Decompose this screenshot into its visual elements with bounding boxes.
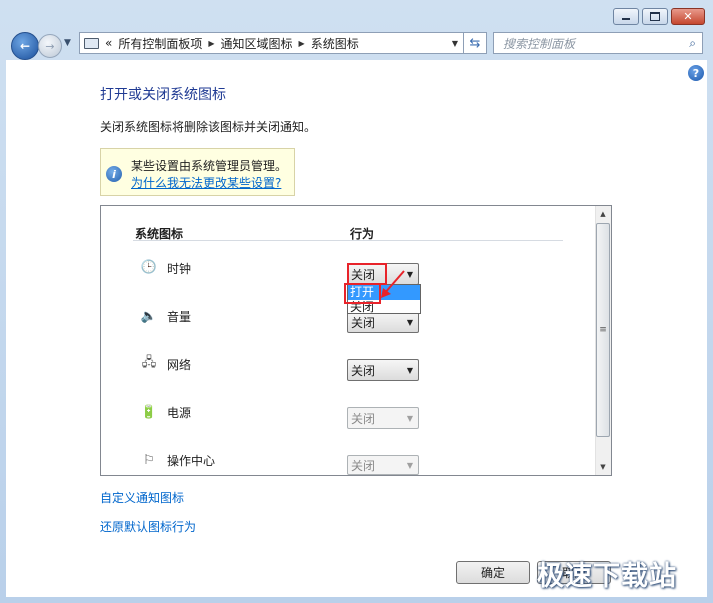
row-label-clock: 时钟 [167,262,192,276]
info-text: 某些设置由系统管理员管理。 [131,159,288,173]
back-button[interactable]: ← [11,32,39,60]
power-icon: 🔋 [140,404,158,420]
select-value: 关闭 [351,411,376,426]
action-center-flag-icon: ⚐ [143,452,155,468]
search-input[interactable]: 搜索控制面板 ⌕ [493,32,703,54]
window-controls: ✕ [613,8,705,25]
scroll-down-icon[interactable]: ▼ [595,459,611,475]
computer-icon [84,37,99,49]
network-behavior-select[interactable]: 关闭 ▼ [347,359,419,381]
row-label-network: 网络 [167,358,192,372]
header-divider [133,240,563,241]
scrollbar-thumb[interactable]: ≡ [596,223,610,437]
close-button[interactable]: ✕ [671,8,705,25]
system-icons-list [100,205,612,476]
info-icon: i [106,166,122,182]
dropdown-arrow-icon: ▼ [406,365,413,375]
search-placeholder: 搜索控制面板 [503,36,576,51]
recent-pages-dropdown[interactable]: ▼ [64,38,71,48]
minimize-icon [622,18,630,20]
power-behavior-select: 关闭 ▼ [347,407,419,429]
row-label-action-center: 操作中心 [167,454,216,468]
search-icon[interactable]: ⌕ [689,36,696,51]
annotation-highlight-box [344,283,381,304]
breadcrumb-item-notification-area[interactable]: 通知区域图标 [221,35,293,52]
row-label-volume: 音量 [167,310,192,324]
dropdown-arrow-icon: ▼ [406,460,413,470]
refresh-button[interactable]: ⇆ [463,32,487,54]
select-value: 关闭 [351,363,376,378]
dropdown-arrow-icon: ▼ [406,317,413,327]
chevron-down-icon: ▼ [64,38,71,48]
forward-arrow-icon: → [45,39,55,53]
action-center-behavior-select: 关闭 ▼ [347,455,419,475]
row-label-power: 电源 [167,406,192,420]
select-value: 关闭 [351,315,376,330]
restore-default-behaviors-link[interactable]: 还原默认图标行为 [100,518,196,535]
scroll-up-icon[interactable]: ▲ [595,206,611,222]
clock-icon: 🕒 [140,259,158,275]
select-value: 关闭 [351,458,376,473]
minimize-button[interactable] [613,8,639,25]
grip-icon: ≡ [599,325,607,335]
forward-button[interactable]: → [38,34,62,58]
breadcrumb-item-all-control-panel[interactable]: 所有控制面板项 [118,35,202,52]
ok-button[interactable]: 确定 [456,561,530,584]
page-description: 关闭系统图标将删除该图标并关闭通知。 [100,120,317,134]
watermark: 极速下载站 [537,561,677,592]
customize-notification-icons-link[interactable]: 自定义通知图标 [100,489,184,506]
help-icon[interactable]: ? [688,65,704,81]
breadcrumb-item-system-icons[interactable]: 系统图标 [311,35,359,52]
breadcrumb-overflow[interactable]: « [105,36,112,50]
address-bar[interactable]: « 所有控制面板项 ▶ 通知区域图标 ▶ 系统图标 ▼ [79,32,465,54]
info-link[interactable]: 为什么我无法更改某些设置? [131,174,281,191]
network-icon: 🖧 [141,355,157,370]
breadcrumb-arrow-icon[interactable]: ▶ [299,39,305,48]
page-title: 打开或关闭系统图标 [100,87,226,103]
refresh-icon: ⇆ [469,35,481,51]
address-history-chevron-icon[interactable]: ▼ [452,39,458,48]
annotation-arrow [381,270,405,298]
maximize-button[interactable] [642,8,668,25]
close-icon: ✕ [683,10,693,23]
dropdown-arrow-icon: ▼ [406,413,413,423]
volume-icon: 🔈 [140,308,158,324]
maximize-icon [650,12,660,21]
back-arrow-icon: ← [19,39,31,53]
breadcrumb-arrow-icon[interactable]: ▶ [208,39,214,48]
